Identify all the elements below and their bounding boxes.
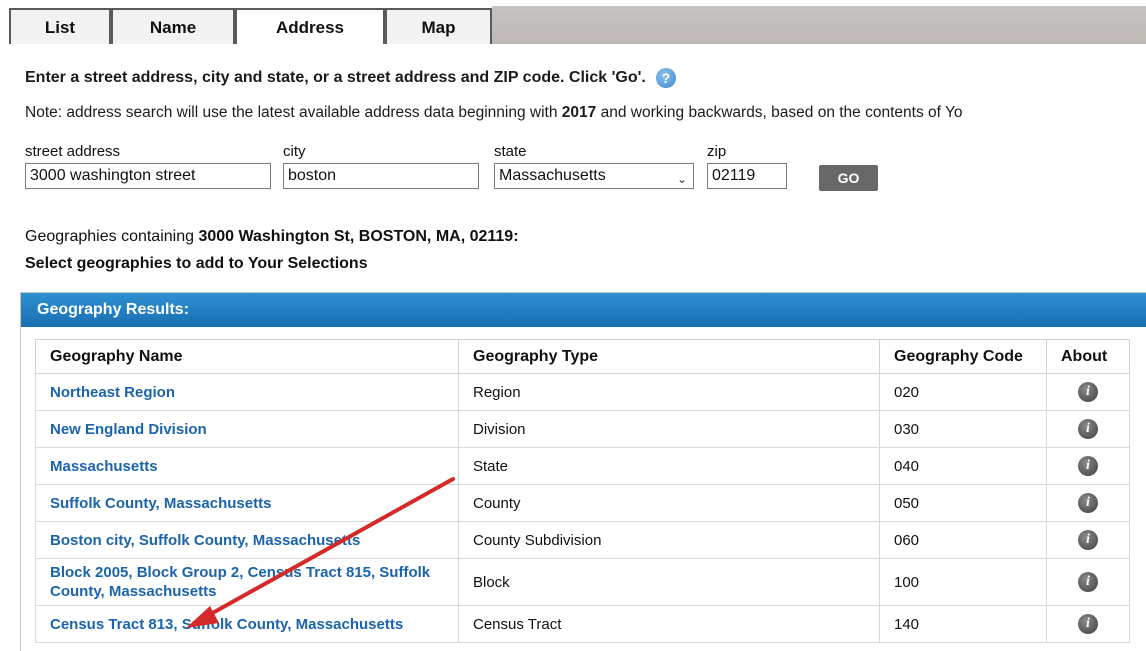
- geography-code: 040: [879, 447, 1047, 485]
- about-cell: i: [1046, 484, 1130, 522]
- geography-type: Census Tract: [458, 605, 880, 643]
- geography-code: 100: [879, 558, 1047, 606]
- geography-type: County Subdivision: [458, 521, 880, 559]
- geography-name-link[interactable]: Suffolk County, Massachusetts: [35, 484, 459, 522]
- info-icon[interactable]: i: [1078, 614, 1098, 634]
- note-year: 2017: [561, 104, 597, 121]
- geography-results-panel: Geography Results: Geography Name Geogra…: [20, 292, 1146, 651]
- street-address-label: street address: [25, 143, 121, 160]
- tab-address[interactable]: Address: [235, 8, 385, 44]
- tab-map[interactable]: Map: [385, 8, 492, 44]
- geography-code: 060: [879, 521, 1047, 559]
- zip-label: zip: [707, 143, 727, 160]
- tab-bar-filler: [492, 6, 1146, 44]
- geographies-address: 3000 Washington St, BOSTON, MA, 02119:: [198, 228, 519, 245]
- about-cell: i: [1046, 410, 1130, 448]
- help-question-icon[interactable]: ?: [655, 68, 676, 88]
- about-cell: i: [1046, 447, 1130, 485]
- geography-type: Division: [458, 410, 880, 448]
- chevron-down-icon: ⌄: [676, 172, 687, 186]
- geography-type: County: [458, 484, 880, 522]
- geography-code: 140: [879, 605, 1047, 643]
- geography-code: 050: [879, 484, 1047, 522]
- state-label: state: [494, 143, 527, 160]
- column-header-type: Geography Type: [458, 339, 880, 374]
- city-label: city: [283, 143, 306, 160]
- instructions: Enter a street address, city and state, …: [25, 68, 676, 88]
- geography-name-link[interactable]: Boston city, Suffolk County, Massachuset…: [35, 521, 459, 559]
- table-row: Boston city, Suffolk County, Massachuset…: [35, 521, 1130, 559]
- geography-code: 030: [879, 410, 1047, 448]
- about-cell: i: [1046, 558, 1130, 606]
- geography-code: 020: [879, 373, 1047, 411]
- geography-type: Region: [458, 373, 880, 411]
- about-cell: i: [1046, 605, 1130, 643]
- table-row: Suffolk County, Massachusetts County 050…: [35, 484, 1130, 522]
- tab-bar: List Name Address Map: [0, 0, 1146, 46]
- info-icon[interactable]: i: [1078, 382, 1098, 402]
- zip-input[interactable]: 02119: [707, 163, 787, 189]
- note-prefix: Note: address search will use the latest…: [25, 104, 562, 121]
- city-input[interactable]: boston: [283, 163, 479, 189]
- street-address-input[interactable]: 3000 washington street: [25, 163, 271, 189]
- geography-name-link[interactable]: New England Division: [35, 410, 459, 448]
- column-header-code: Geography Code: [879, 339, 1047, 374]
- page: List Name Address Map Enter a street add…: [0, 0, 1146, 651]
- note-suffix: and working backwards, based on the cont…: [596, 104, 963, 121]
- table-row: Census Tract 813, Suffolk County, Massac…: [35, 605, 1130, 643]
- info-icon[interactable]: i: [1078, 572, 1098, 592]
- info-icon[interactable]: i: [1078, 493, 1098, 513]
- geographies-containing: Geographies containing 3000 Washington S…: [25, 228, 519, 246]
- table-row: New England Division Division 030 i: [35, 410, 1130, 448]
- info-icon[interactable]: i: [1078, 530, 1098, 550]
- table-row: Northeast Region Region 020 i: [35, 373, 1130, 411]
- geography-name-link[interactable]: Massachusetts: [35, 447, 459, 485]
- column-header-about: About: [1046, 339, 1130, 374]
- address-note: Note: address search will use the latest…: [25, 104, 963, 122]
- state-select-value: Massachusetts: [499, 167, 606, 184]
- geography-name-link[interactable]: Census Tract 813, Suffolk County, Massac…: [35, 605, 459, 643]
- results-table: Geography Name Geography Type Geography …: [35, 339, 1130, 643]
- about-cell: i: [1046, 373, 1130, 411]
- info-icon[interactable]: i: [1078, 456, 1098, 476]
- table-row: Block 2005, Block Group 2, Census Tract …: [35, 558, 1130, 606]
- state-select[interactable]: Massachusetts ⌄: [494, 163, 694, 189]
- tab-name[interactable]: Name: [111, 8, 235, 44]
- geography-type: State: [458, 447, 880, 485]
- about-cell: i: [1046, 521, 1130, 559]
- table-row: Massachusetts State 040 i: [35, 447, 1130, 485]
- select-geographies-text: Select geographies to add to Your Select…: [25, 255, 368, 272]
- go-button[interactable]: GO: [819, 165, 878, 191]
- results-header: Geography Results:: [21, 293, 1146, 327]
- table-header-row: Geography Name Geography Type Geography …: [35, 339, 1130, 374]
- column-header-name: Geography Name: [35, 339, 459, 374]
- tab-list[interactable]: List: [9, 8, 111, 44]
- geography-name-link[interactable]: Block 2005, Block Group 2, Census Tract …: [35, 558, 459, 606]
- geography-type: Block: [458, 558, 880, 606]
- info-icon[interactable]: i: [1078, 419, 1098, 439]
- geography-name-link[interactable]: Northeast Region: [35, 373, 459, 411]
- geographies-prefix: Geographies containing: [25, 228, 199, 245]
- instructions-text: Enter a street address, city and state, …: [25, 69, 646, 87]
